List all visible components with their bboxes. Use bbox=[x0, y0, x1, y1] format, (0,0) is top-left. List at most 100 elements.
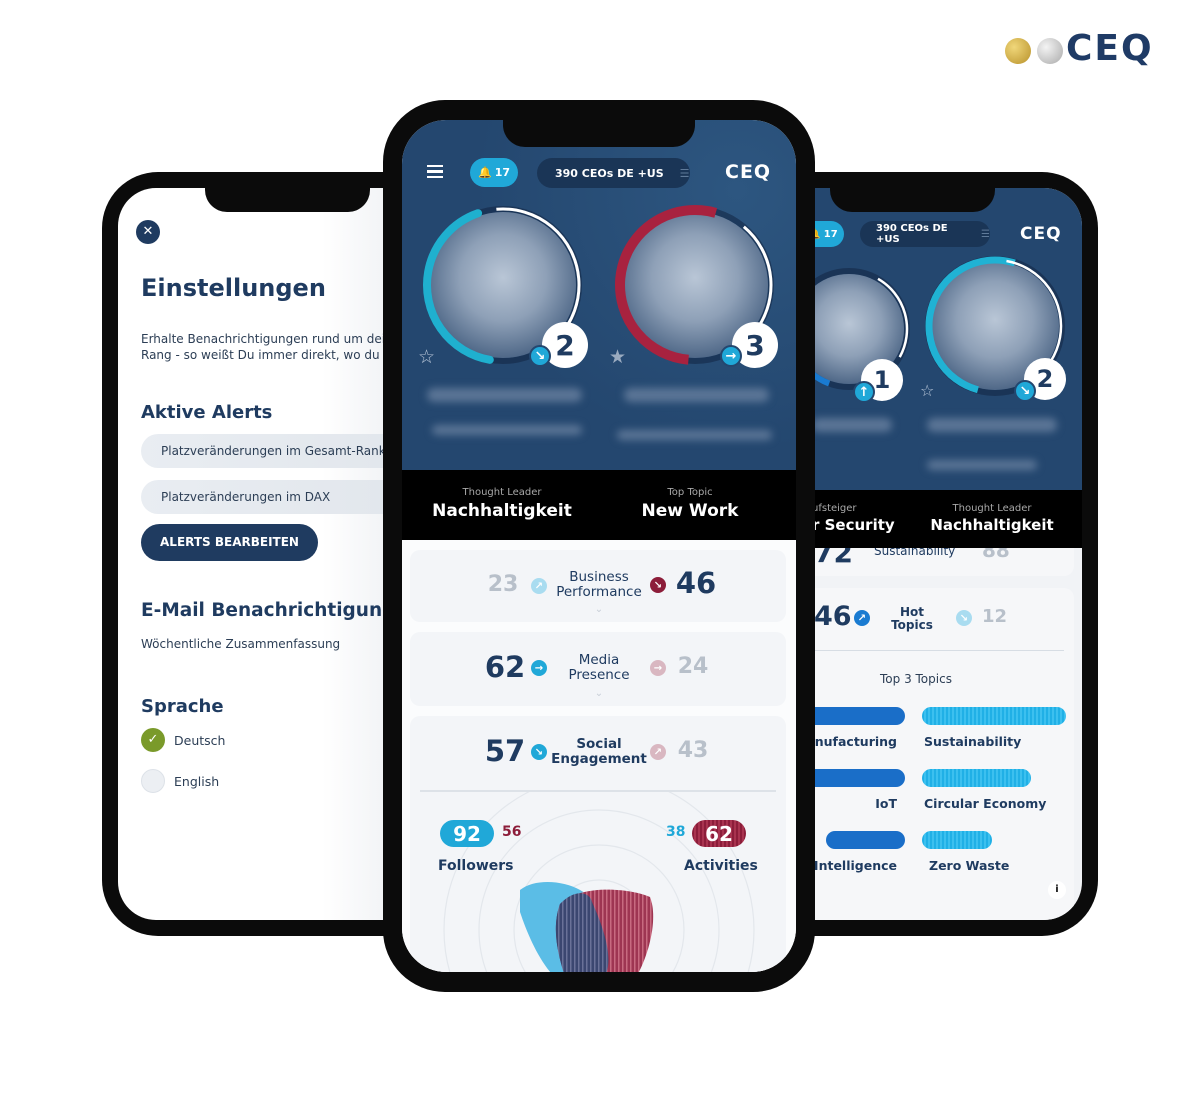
right-topic-bar bbox=[922, 707, 1066, 725]
activities-right-pill: 62 bbox=[692, 820, 746, 847]
right-topic-bar bbox=[922, 769, 1031, 787]
metric-label-1: Social bbox=[576, 736, 622, 752]
silver-dot bbox=[1037, 38, 1063, 64]
metric-left-value: 23 bbox=[487, 572, 519, 597]
right-topic-label: Sustainability bbox=[924, 734, 1022, 749]
right-topic-label: Zero Waste bbox=[929, 858, 1010, 873]
highlight-caption: Top Topic bbox=[667, 487, 713, 498]
arrow-down-right-icon: ↘ bbox=[1014, 380, 1036, 402]
partial-metric-card[interactable]: 72 Sustainability 88 bbox=[802, 548, 1074, 576]
filter-pill[interactable]: 390 CEOs DE +US ☰ bbox=[860, 221, 990, 247]
partial-metric-right: 88 bbox=[982, 548, 1010, 562]
blurred-name bbox=[812, 418, 892, 432]
blurred-name bbox=[624, 388, 769, 402]
compare-screen: 🔔 17 390 CEOs DE +US ☰ CEQ 2 ↘ ☆ 3 → ★ Tho… bbox=[402, 120, 796, 972]
arrow-down-right-icon: ↘ bbox=[956, 610, 972, 626]
metric-card-business-performance[interactable]: 23 ↗ Business Performance ↘ 46 ⌄ bbox=[410, 550, 786, 622]
metric-label-1: Media bbox=[578, 652, 620, 668]
right-topic-label: Circular Economy bbox=[924, 796, 1047, 811]
metric-right-value: 43 bbox=[677, 738, 709, 763]
star-icon[interactable]: ☆ bbox=[418, 346, 435, 368]
filter-label: 390 CEOs DE +US bbox=[555, 166, 664, 180]
star-filled-icon[interactable]: ★ bbox=[609, 346, 626, 368]
arrow-down-right-icon: ↘ bbox=[529, 345, 551, 367]
edit-alerts-button[interactable]: ALERTS BEARBEITEN bbox=[141, 524, 318, 561]
description-line1: Erhalte Benachrichtigungen rund um deine… bbox=[141, 332, 408, 346]
gold-dot bbox=[1005, 38, 1031, 64]
language-heading: Sprache bbox=[141, 696, 224, 717]
metric-label-2: Engagement bbox=[551, 751, 647, 767]
filter-pill[interactable]: 390 CEOs DE +US ☰ bbox=[537, 158, 690, 188]
hot-topics-right: 12 bbox=[982, 606, 1008, 627]
metric-left-value: 57 bbox=[484, 734, 526, 768]
highlight-value: Nachhaltigkeit bbox=[930, 516, 1054, 534]
chevron-down-icon[interactable]: ⌄ bbox=[589, 688, 609, 699]
blurred-name bbox=[427, 388, 582, 402]
compare-phone: 🔔 17 390 CEOs DE +US ☰ CEQ 2 ↘ ☆ 3 → ★ Tho… bbox=[383, 100, 815, 992]
bell-icon: 🔔 bbox=[477, 166, 492, 179]
top-topics-heading: Top 3 Topics bbox=[880, 672, 952, 686]
blurred-name bbox=[927, 418, 1057, 432]
arrow-down-right-icon: ↘ bbox=[650, 577, 666, 593]
partial-metric-label: Sustainability bbox=[874, 548, 956, 558]
email-option[interactable]: Wöchentliche Zusammenfassung bbox=[141, 637, 340, 651]
header-logo: CEQ bbox=[725, 161, 772, 183]
radar-chart bbox=[443, 792, 755, 972]
notch bbox=[503, 120, 695, 147]
hot-topics-left: 46 bbox=[814, 601, 852, 632]
page-title: Einstellungen bbox=[141, 274, 326, 302]
filter-icon: ☰ bbox=[679, 166, 690, 180]
alerts-heading: Aktive Alerts bbox=[141, 402, 273, 423]
notifications-badge[interactable]: 🔔17 bbox=[470, 158, 518, 187]
language-english-label: English bbox=[174, 774, 220, 789]
highlight-value: New Work bbox=[641, 501, 739, 521]
radio-english[interactable] bbox=[141, 769, 165, 793]
followers-right-value: 56 bbox=[502, 824, 522, 840]
notch bbox=[205, 188, 370, 212]
blurred-subtitle bbox=[432, 425, 582, 435]
left-topic-label: IoT bbox=[875, 796, 897, 811]
right-topic-bar bbox=[922, 831, 992, 849]
blurred-subtitle bbox=[617, 430, 772, 440]
highlight-caption: Thought Leader bbox=[462, 487, 542, 498]
highlight-value: Nachhaltigkeit bbox=[432, 501, 572, 521]
activities-right-value: 62 bbox=[705, 821, 733, 846]
filter-icon: ☰ bbox=[981, 228, 990, 240]
divider bbox=[802, 650, 1064, 651]
radio-deutsch-checked[interactable]: ✓ bbox=[141, 728, 165, 752]
metric-label-1: Business bbox=[569, 569, 629, 585]
notifications-count: 17 bbox=[823, 228, 838, 240]
followers-label: Followers bbox=[438, 858, 514, 874]
email-heading: E-Mail Benachrichtigungen bbox=[141, 600, 422, 621]
metric-right-value: 46 bbox=[675, 566, 717, 600]
activities-left-value: 38 bbox=[666, 824, 686, 840]
metric-card-media-presence[interactable]: 62 → Media Presence → 24 ⌄ bbox=[410, 632, 786, 706]
language-deutsch-label: Deutsch bbox=[174, 733, 226, 748]
arrow-up-icon: ↑ bbox=[853, 381, 875, 403]
notch bbox=[830, 188, 995, 212]
description-line2: Rang - so weißt Du immer direkt, wo du s… bbox=[141, 348, 421, 362]
highlight-caption: Thought Leader bbox=[952, 503, 1032, 514]
followers-left-pill: 92 bbox=[440, 820, 494, 847]
left-topic-bar bbox=[826, 831, 905, 849]
metric-left-value: 62 bbox=[484, 650, 526, 684]
arrow-right-icon: → bbox=[650, 660, 666, 676]
blurred-subtitle bbox=[927, 460, 1037, 470]
notifications-count: 17 bbox=[494, 166, 510, 179]
arrow-up-right-icon: ↗ bbox=[650, 744, 666, 760]
menu-icon[interactable] bbox=[427, 165, 443, 178]
activities-label: Activities bbox=[684, 858, 758, 874]
metric-card-social-engagement[interactable]: 57 ↘ Social Engagement ↗ 43 92 56 Follow… bbox=[410, 716, 786, 972]
logo-text: CEQ bbox=[1066, 28, 1154, 69]
metric-label-2: Presence bbox=[568, 667, 630, 683]
metric-right-value: 24 bbox=[677, 654, 709, 679]
hot-topics-label-2: Topics bbox=[891, 618, 933, 632]
arrow-right-icon: → bbox=[720, 345, 742, 367]
filter-label: 390 CEOs DE +US bbox=[876, 223, 948, 245]
close-icon[interactable]: ✕ bbox=[136, 220, 160, 244]
info-icon[interactable]: i bbox=[1048, 881, 1066, 899]
followers-left-value: 92 bbox=[453, 821, 481, 846]
metric-label-2: Performance bbox=[556, 584, 642, 600]
partial-metric-left: 72 bbox=[814, 548, 853, 569]
chevron-down-icon[interactable]: ⌄ bbox=[589, 604, 609, 615]
